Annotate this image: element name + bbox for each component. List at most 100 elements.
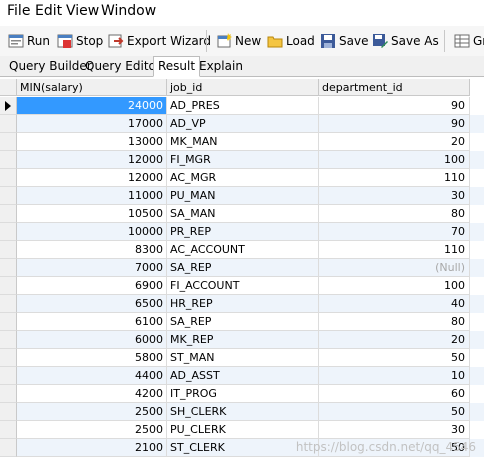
cell-department-id[interactable]: 90 bbox=[319, 115, 470, 133]
cell-min-salary[interactable]: 12000 bbox=[17, 151, 167, 169]
cell-min-salary[interactable]: 10000 bbox=[17, 223, 167, 241]
table-row[interactable]: 11000 PU_MAN 30 bbox=[0, 187, 484, 205]
cell-department-id[interactable]: 100 bbox=[319, 151, 470, 169]
stop-button[interactable]: Stop bbox=[57, 30, 103, 52]
cell-department-id[interactable]: 70 bbox=[319, 223, 470, 241]
table-row[interactable]: 6000 MK_REP 20 bbox=[0, 331, 484, 349]
cell-min-salary[interactable]: 2500 bbox=[17, 421, 167, 439]
column-header-department-id[interactable]: department_id bbox=[319, 79, 470, 96]
table-row[interactable]: 4400 AD_ASST 10 bbox=[0, 367, 484, 385]
cell-min-salary[interactable]: 4200 bbox=[17, 385, 167, 403]
cell-job-id[interactable]: FI_MGR bbox=[167, 151, 319, 169]
cell-job-id[interactable]: AD_VP bbox=[167, 115, 319, 133]
row-indicator[interactable] bbox=[0, 403, 17, 421]
row-indicator[interactable] bbox=[0, 331, 17, 349]
row-indicator[interactable] bbox=[0, 115, 17, 133]
cell-department-id[interactable]: 40 bbox=[319, 295, 470, 313]
row-indicator[interactable] bbox=[0, 439, 17, 457]
cell-job-id[interactable]: MK_REP bbox=[167, 331, 319, 349]
cell-job-id[interactable]: PR_REP bbox=[167, 223, 319, 241]
cell-min-salary[interactable]: 5800 bbox=[17, 349, 167, 367]
table-row[interactable]: 7000 SA_REP (Null) bbox=[0, 259, 484, 277]
cell-department-id[interactable]: 110 bbox=[319, 169, 470, 187]
table-row[interactable]: 10500 SA_MAN 80 bbox=[0, 205, 484, 223]
cell-min-salary[interactable]: 17000 bbox=[17, 115, 167, 133]
cell-min-salary[interactable]: 8300 bbox=[17, 241, 167, 259]
row-indicator[interactable] bbox=[0, 169, 17, 187]
cell-job-id[interactable]: HR_REP bbox=[167, 295, 319, 313]
row-indicator[interactable] bbox=[0, 133, 17, 151]
export-wizard-button[interactable]: Export Wizard bbox=[108, 30, 211, 52]
load-button[interactable]: Load bbox=[267, 30, 315, 52]
table-row[interactable]: 12000 FI_MGR 100 bbox=[0, 151, 484, 169]
table-row[interactable]: 17000 AD_VP 90 bbox=[0, 115, 484, 133]
cell-job-id[interactable]: FI_ACCOUNT bbox=[167, 277, 319, 295]
cell-job-id[interactable]: MK_MAN bbox=[167, 133, 319, 151]
cell-min-salary[interactable]: 4400 bbox=[17, 367, 167, 385]
cell-department-id[interactable]: 80 bbox=[319, 205, 470, 223]
cell-department-id[interactable]: (Null) bbox=[319, 259, 470, 277]
cell-job-id[interactable]: AC_MGR bbox=[167, 169, 319, 187]
table-row[interactable]: 6900 FI_ACCOUNT 100 bbox=[0, 277, 484, 295]
cell-department-id[interactable]: 10 bbox=[319, 367, 470, 385]
row-indicator[interactable] bbox=[0, 295, 17, 313]
table-row[interactable]: 2500 PU_CLERK 30 bbox=[0, 421, 484, 439]
grid-button[interactable]: Gr bbox=[454, 30, 484, 52]
result-grid[interactable]: MIN(salary) job_id department_id 24000 AD… bbox=[0, 79, 484, 464]
table-row[interactable]: 10000 PR_REP 70 bbox=[0, 223, 484, 241]
cell-min-salary[interactable]: 2500 bbox=[17, 403, 167, 421]
column-header-job-id[interactable]: job_id bbox=[167, 79, 319, 96]
table-row[interactable]: 6500 HR_REP 40 bbox=[0, 295, 484, 313]
cell-job-id[interactable]: ST_MAN bbox=[167, 349, 319, 367]
table-row[interactable]: 5800 ST_MAN 50 bbox=[0, 349, 484, 367]
row-indicator[interactable] bbox=[0, 205, 17, 223]
cell-department-id[interactable]: 100 bbox=[319, 277, 470, 295]
cell-job-id[interactable]: SA_REP bbox=[167, 259, 319, 277]
cell-department-id[interactable]: 30 bbox=[319, 421, 470, 439]
cell-min-salary[interactable]: 11000 bbox=[17, 187, 167, 205]
cell-min-salary[interactable]: 10500 bbox=[17, 205, 167, 223]
cell-department-id[interactable]: 60 bbox=[319, 385, 470, 403]
cell-min-salary[interactable]: 6500 bbox=[17, 295, 167, 313]
menu-file[interactable]: File bbox=[7, 2, 30, 20]
row-indicator[interactable] bbox=[0, 223, 17, 241]
new-button[interactable]: New bbox=[216, 30, 261, 52]
cell-min-salary[interactable]: 6100 bbox=[17, 313, 167, 331]
table-row[interactable]: 8300 AC_ACCOUNT 110 bbox=[0, 241, 484, 259]
cell-job-id[interactable]: PU_CLERK bbox=[167, 421, 319, 439]
cell-job-id[interactable]: AC_ACCOUNT bbox=[167, 241, 319, 259]
cell-job-id[interactable]: AD_ASST bbox=[167, 367, 319, 385]
save-as-button[interactable]: Save As bbox=[372, 30, 439, 52]
cell-min-salary[interactable]: 24000 bbox=[17, 97, 167, 115]
cell-job-id[interactable]: IT_PROG bbox=[167, 385, 319, 403]
cell-job-id[interactable]: AD_PRES bbox=[167, 97, 319, 115]
row-indicator[interactable] bbox=[0, 97, 17, 115]
table-row[interactable]: 4200 IT_PROG 60 bbox=[0, 385, 484, 403]
row-indicator[interactable] bbox=[0, 367, 17, 385]
table-row[interactable]: 2500 SH_CLERK 50 bbox=[0, 403, 484, 421]
cell-department-id[interactable]: 20 bbox=[319, 331, 470, 349]
tab-explain[interactable]: Explain bbox=[195, 58, 247, 75]
row-indicator[interactable] bbox=[0, 385, 17, 403]
cell-department-id[interactable]: 90 bbox=[319, 97, 470, 115]
table-row[interactable]: 12000 AC_MGR 110 bbox=[0, 169, 484, 187]
run-button[interactable]: Run bbox=[8, 30, 50, 52]
menu-view[interactable]: View bbox=[66, 2, 99, 20]
table-row[interactable]: 24000 AD_PRES 90 bbox=[0, 97, 484, 115]
row-indicator[interactable] bbox=[0, 259, 17, 277]
cell-department-id[interactable]: 20 bbox=[319, 133, 470, 151]
cell-min-salary[interactable]: 2100 bbox=[17, 439, 167, 457]
cell-min-salary[interactable]: 7000 bbox=[17, 259, 167, 277]
cell-job-id[interactable]: SH_CLERK bbox=[167, 403, 319, 421]
row-indicator[interactable] bbox=[0, 151, 17, 169]
cell-job-id[interactable]: SA_MAN bbox=[167, 205, 319, 223]
table-row[interactable]: 6100 SA_REP 80 bbox=[0, 313, 484, 331]
tab-result[interactable]: Result bbox=[153, 56, 201, 77]
cell-min-salary[interactable]: 6000 bbox=[17, 331, 167, 349]
row-indicator[interactable] bbox=[0, 421, 17, 439]
row-indicator[interactable] bbox=[0, 349, 17, 367]
menu-edit[interactable]: Edit bbox=[35, 2, 62, 20]
row-indicator[interactable] bbox=[0, 241, 17, 259]
cell-job-id[interactable]: SA_REP bbox=[167, 313, 319, 331]
row-indicator[interactable] bbox=[0, 313, 17, 331]
